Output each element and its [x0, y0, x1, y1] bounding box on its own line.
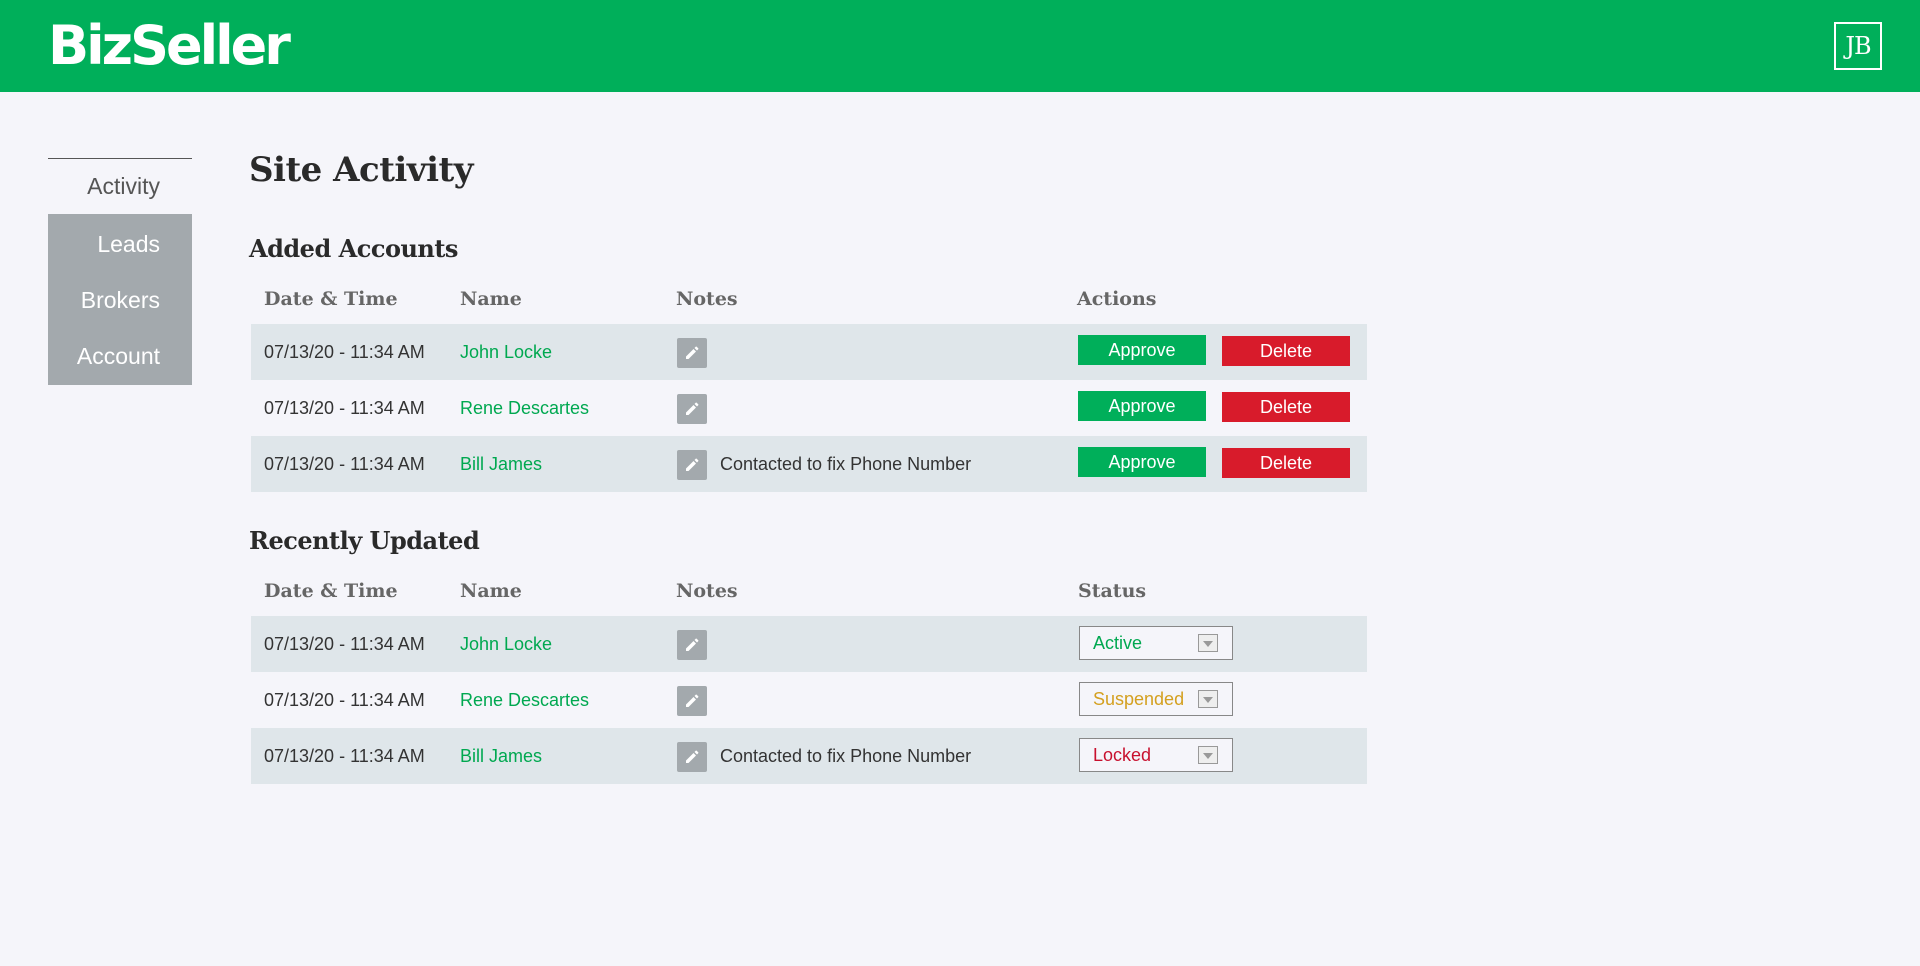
table-header: Date & Time Name Notes Actions: [251, 284, 1367, 324]
table-row: 07/13/20 - 11:34 AM Bill James Contacted…: [251, 436, 1367, 492]
table-row: 07/13/20 - 11:34 AM Rene Descartes Suspe…: [251, 672, 1367, 728]
sidebar-nav: Activity Leads Brokers Account: [48, 158, 192, 385]
pencil-icon[interactable]: [677, 394, 707, 424]
pencil-icon[interactable]: [677, 338, 707, 368]
table-row: 07/13/20 - 11:34 AM Rene Descartes Appro…: [251, 380, 1367, 436]
delete-button[interactable]: Delete: [1222, 336, 1350, 366]
row-datetime: 07/13/20 - 11:34 AM: [264, 398, 425, 418]
row-datetime: 07/13/20 - 11:34 AM: [264, 454, 425, 474]
pencil-icon[interactable]: [677, 686, 707, 716]
column-header-notes: Notes: [676, 288, 738, 310]
sidebar-item-account[interactable]: Account: [48, 328, 192, 384]
row-datetime: 07/13/20 - 11:34 AM: [264, 746, 425, 766]
table-row: 07/13/20 - 11:34 AM John Locke Active: [251, 616, 1367, 672]
row-name-link[interactable]: Rene Descartes: [460, 672, 589, 728]
added-accounts-title: Added Accounts: [249, 234, 458, 263]
approve-button[interactable]: Approve: [1078, 447, 1206, 477]
approve-button[interactable]: Approve: [1078, 335, 1206, 365]
row-name-link[interactable]: Rene Descartes: [460, 380, 589, 436]
delete-button[interactable]: Delete: [1222, 448, 1350, 478]
chevron-down-icon[interactable]: [1198, 746, 1218, 764]
sidebar-item-activity[interactable]: Activity: [48, 159, 192, 214]
row-name-link[interactable]: John Locke: [460, 324, 552, 380]
chevron-down-icon[interactable]: [1198, 634, 1218, 652]
sidebar-item-brokers[interactable]: Brokers: [48, 272, 192, 328]
chevron-down-icon[interactable]: [1198, 690, 1218, 708]
column-header-status: Status: [1078, 580, 1147, 602]
column-header-notes: Notes: [676, 580, 738, 602]
recently-updated-table: Date & Time Name Notes Status 07/13/20 -…: [251, 576, 1367, 784]
sidebar-group: Leads Brokers Account: [48, 214, 192, 385]
row-note: Contacted to fix Phone Number: [720, 746, 972, 766]
recently-updated-title: Recently Updated: [249, 526, 480, 555]
row-name-link[interactable]: John Locke: [460, 616, 552, 672]
logo[interactable]: BizSeller: [48, 16, 291, 76]
approve-button[interactable]: Approve: [1078, 391, 1206, 421]
status-value: Locked: [1093, 745, 1152, 765]
table-row: 07/13/20 - 11:34 AM John Locke Approve D…: [251, 324, 1367, 380]
pencil-icon[interactable]: [677, 742, 707, 772]
column-header-actions: Actions: [1077, 288, 1157, 310]
status-select[interactable]: Suspended: [1079, 682, 1233, 716]
table-row: 07/13/20 - 11:34 AM Bill James Contacted…: [251, 728, 1367, 784]
added-accounts-table: Date & Time Name Notes Actions 07/13/20 …: [251, 284, 1367, 492]
status-value: Active: [1093, 633, 1143, 653]
row-name-link[interactable]: Bill James: [460, 436, 542, 492]
row-name-link[interactable]: Bill James: [460, 728, 542, 784]
row-datetime: 07/13/20 - 11:34 AM: [264, 690, 425, 710]
row-note: Contacted to fix Phone Number: [720, 454, 972, 474]
column-header-name: Name: [460, 580, 522, 602]
column-header-name: Name: [460, 288, 522, 310]
delete-button[interactable]: Delete: [1222, 392, 1350, 422]
table-header: Date & Time Name Notes Status: [251, 576, 1367, 616]
user-avatar[interactable]: JB: [1834, 22, 1882, 70]
row-datetime: 07/13/20 - 11:34 AM: [264, 342, 425, 362]
column-header-datetime: Date & Time: [264, 580, 398, 602]
pencil-icon[interactable]: [677, 450, 707, 480]
page-title: Site Activity: [249, 150, 473, 190]
status-select[interactable]: Active: [1079, 626, 1233, 660]
sidebar-item-leads[interactable]: Leads: [48, 216, 192, 272]
row-datetime: 07/13/20 - 11:34 AM: [264, 634, 425, 654]
top-bar: BizSeller JB: [0, 0, 1920, 92]
column-header-datetime: Date & Time: [264, 288, 398, 310]
pencil-icon[interactable]: [677, 630, 707, 660]
status-select[interactable]: Locked: [1079, 738, 1233, 772]
status-value: Suspended: [1093, 689, 1185, 709]
